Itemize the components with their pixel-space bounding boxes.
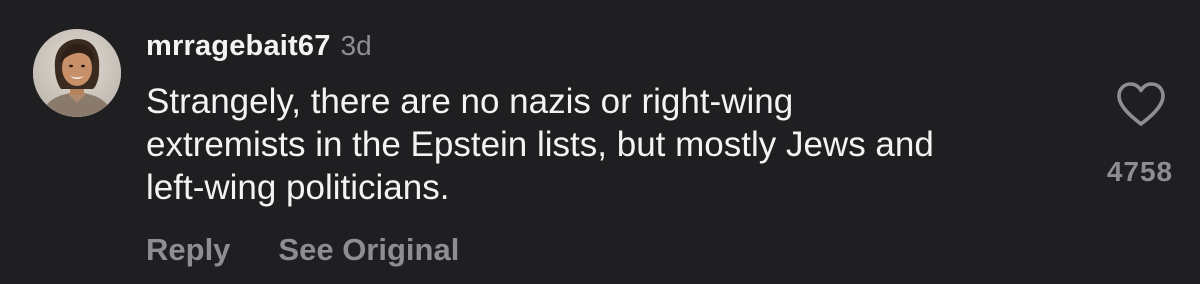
heart-icon xyxy=(1117,82,1165,126)
reply-button[interactable]: Reply xyxy=(146,232,230,268)
comment-header: mrragebait67 3d xyxy=(146,30,372,70)
comment-text-line: Strangely, there are no nazis or right-w… xyxy=(146,82,794,121)
comment-text-line: left-wing politicians. xyxy=(146,168,450,207)
comment: mrragebait67 3d Strangely, there are no … xyxy=(0,0,1200,284)
like-button[interactable] xyxy=(1115,80,1167,128)
comment-text-line: extremists in the Epstein lists, but mos… xyxy=(146,125,934,164)
username[interactable]: mrragebait67 xyxy=(146,30,331,63)
timestamp: 3d xyxy=(340,30,372,61)
comment-text: Strangely, there are no nazis or right-w… xyxy=(146,80,1086,209)
comment-actions: Reply See Original xyxy=(146,232,459,268)
avatar[interactable] xyxy=(33,29,121,117)
see-original-button[interactable]: See Original xyxy=(278,232,459,268)
like-count: 4758 xyxy=(1106,156,1174,187)
avatar-image xyxy=(33,29,121,117)
